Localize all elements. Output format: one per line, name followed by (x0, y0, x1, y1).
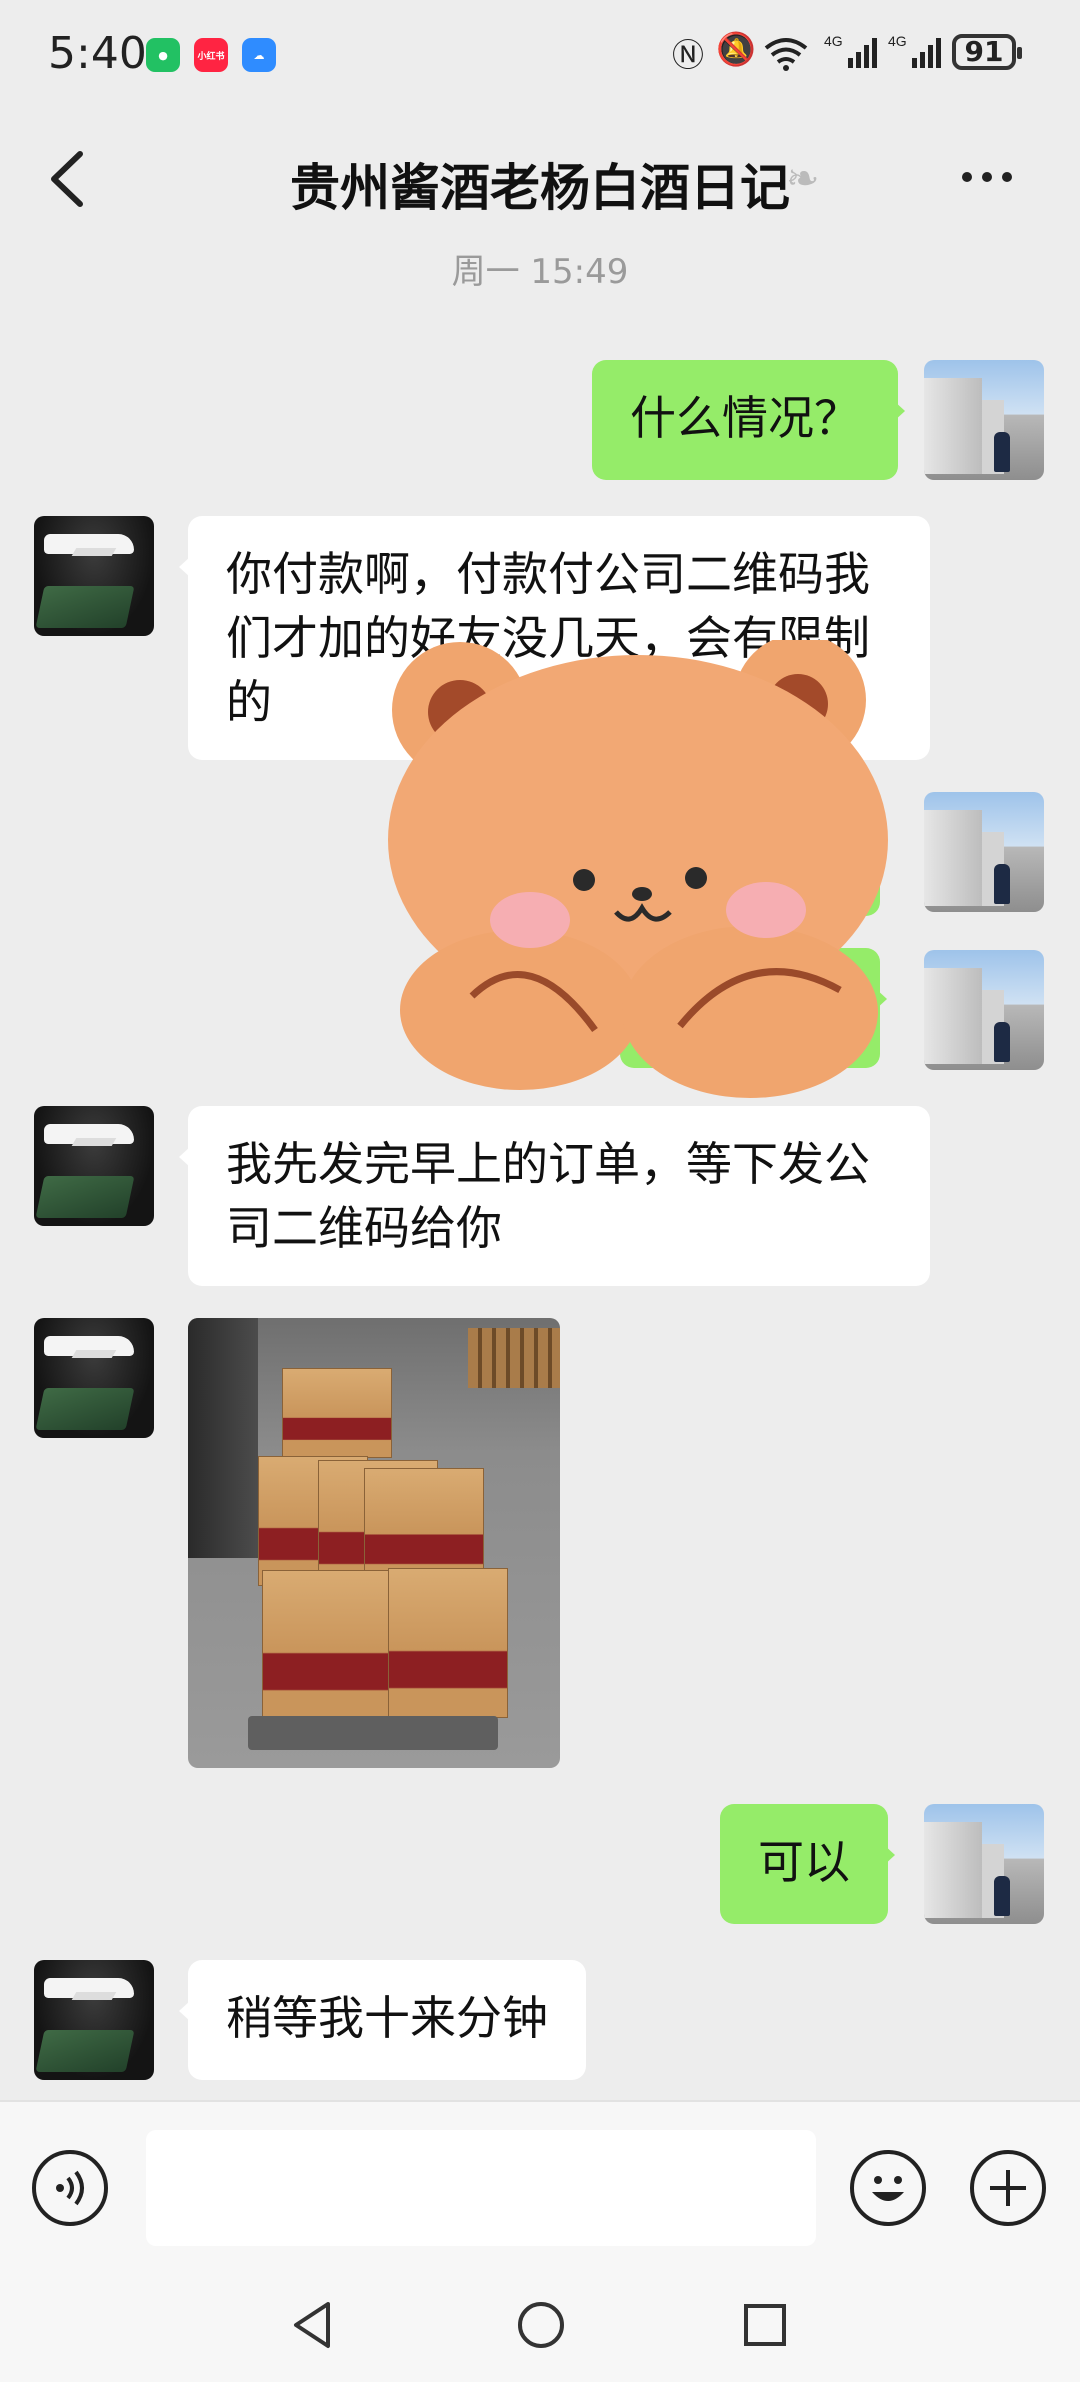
message-timestamp: 周一 15:49 (451, 252, 629, 292)
message-image[interactable] (188, 1318, 560, 1768)
message-bubble-sent[interactable]: 转多钱了 (620, 948, 887, 1068)
system-nav-bar (0, 2250, 1080, 2382)
plus-icon[interactable] (970, 2150, 1046, 2226)
message-bubble-sent[interactable]: 转不过去 (620, 796, 887, 916)
mute-icon: 🔕 (716, 30, 756, 68)
chat-title: 贵州酱酒老杨白酒日记 (290, 159, 790, 217)
avatar-self[interactable] (924, 1804, 1044, 1924)
more-icon[interactable] (962, 172, 1012, 182)
signal-4g-icon: 4G (824, 33, 877, 68)
weather-icon: ☁ (242, 38, 276, 72)
avatar-contact[interactable] (34, 1960, 154, 2080)
svg-text:4G: 4G (824, 33, 843, 49)
status-bar: 5:40 ● 小红书 ☁ Ⓝ 🔕 4G 4G 91 (0, 0, 1080, 110)
message-bubble-received[interactable]: 稍等我十来分钟 (179, 1960, 586, 2080)
wifi-icon (764, 38, 808, 71)
nav-back-icon[interactable] (290, 2300, 334, 2350)
message-input[interactable] (146, 2130, 816, 2246)
emoji-icon[interactable] (850, 2150, 926, 2226)
avatar-self[interactable] (924, 950, 1044, 1070)
battery-indicator: 91 (952, 34, 1022, 70)
nav-home-icon[interactable] (516, 2300, 566, 2350)
ear-icon: ❧ (786, 156, 820, 202)
avatar-self[interactable] (924, 792, 1044, 912)
avatar-contact[interactable] (34, 1106, 154, 1226)
message-bubble-received[interactable]: 你付款啊，付款付公司二维码我们才加的好友没几天，会有限制的 (179, 516, 930, 760)
message-bubble-sent[interactable]: 什么情况？ (592, 360, 905, 480)
avatar-self[interactable] (924, 360, 1044, 480)
xiaohongshu-icon: 小红书 (194, 38, 228, 72)
signal-4g-icon: 4G (888, 33, 941, 68)
message-bubble-sent[interactable]: 可以 (720, 1804, 895, 1924)
wechat-icon: ● (146, 38, 180, 72)
nav-recents-icon[interactable] (742, 2302, 788, 2348)
svg-text:4G: 4G (888, 33, 907, 49)
avatar-contact[interactable] (34, 1318, 154, 1438)
nfc-icon: Ⓝ (672, 36, 705, 74)
message-bubble-received[interactable]: 我先发完早上的订单，等下发公司二维码给你 (179, 1106, 930, 1286)
status-time: 5:40 (48, 28, 147, 79)
input-bar (0, 2100, 1080, 2252)
voice-icon[interactable] (32, 2150, 108, 2226)
chat-header: 贵州酱酒老杨白酒日记 ❧ (0, 110, 1080, 250)
avatar-contact[interactable] (34, 516, 154, 636)
